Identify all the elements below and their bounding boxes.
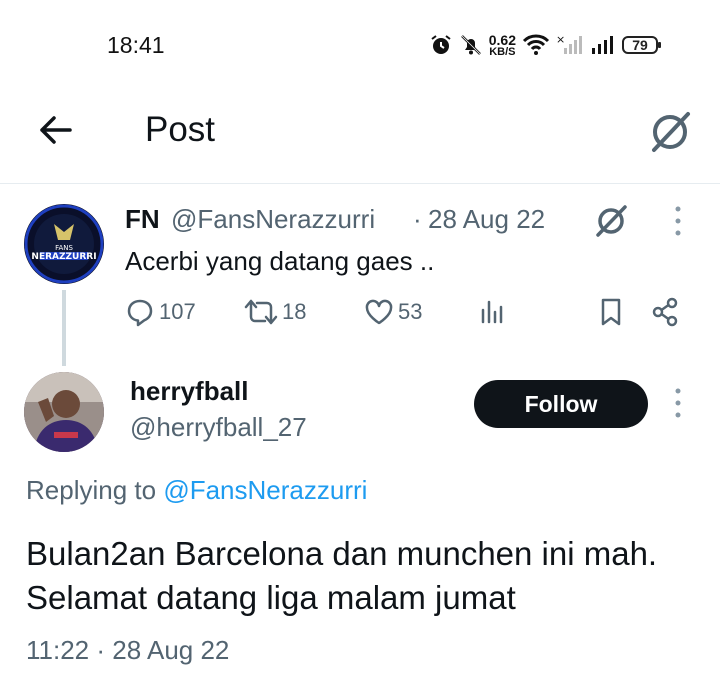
share-icon <box>652 297 678 327</box>
grok-button[interactable] <box>592 200 632 240</box>
net-speed-unit: KB/S <box>489 45 516 58</box>
replying-prefix: Replying to <box>26 475 157 505</box>
like-count: 53 <box>398 299 423 324</box>
net-speed-value: 0.62 <box>488 31 516 48</box>
post-timestamp[interactable]: 11:22 · 28 Aug 22 <box>26 635 229 666</box>
avatar[interactable]: NERAZZURRI FANS <box>24 204 104 284</box>
more-vertical-icon <box>675 206 681 236</box>
reply-count: 107 <box>159 299 196 324</box>
separator-dot: · <box>413 204 422 234</box>
back-arrow-icon <box>40 116 72 144</box>
author-handle[interactable]: @FansNerazzurri <box>171 204 375 235</box>
mute-icon <box>460 35 481 55</box>
post-date[interactable]: 28 Aug 22 <box>428 204 545 235</box>
page-title: Post <box>145 110 216 149</box>
status-icons: 0.62 KB/S × 79 <box>429 30 661 60</box>
reply-button[interactable]: 107 <box>125 297 196 327</box>
more-vertical-icon <box>675 388 681 418</box>
repost-icon <box>244 299 278 325</box>
like-button[interactable]: 53 <box>364 297 422 327</box>
separator-dot: · <box>96 635 106 665</box>
avatar[interactable] <box>24 372 104 452</box>
bookmark-icon <box>601 298 621 326</box>
more-options-button[interactable] <box>666 386 690 420</box>
mention-link[interactable]: @FansNerazzurri <box>163 475 367 505</box>
repost-button[interactable]: 18 <box>244 297 306 327</box>
follow-button[interactable]: Follow <box>474 380 648 428</box>
thread-line <box>62 290 66 366</box>
grok-icon <box>596 205 627 237</box>
author-handle[interactable]: @herryfball_27 <box>130 412 307 443</box>
author-name[interactable]: herryfball <box>130 376 249 407</box>
author-name[interactable]: FN <box>125 204 160 235</box>
bookmark-button[interactable] <box>596 297 626 327</box>
post-text: Bulan2an Barcelona dan munchen ini mah. … <box>26 535 658 616</box>
views-icon <box>481 300 503 324</box>
battery-icon: 79 <box>622 36 661 54</box>
heart-icon <box>365 299 393 325</box>
profile-photo <box>24 372 104 452</box>
fans-nerazzurri-logo: NERAZZURRI FANS <box>24 204 104 284</box>
back-button[interactable] <box>34 110 78 150</box>
more-options-button[interactable] <box>666 204 690 238</box>
svg-text:FANS: FANS <box>55 244 73 252</box>
status-time: 18:41 <box>107 32 165 58</box>
signal-icon: × <box>556 34 582 54</box>
replying-to: Replying to @FansNerazzurri <box>26 475 367 506</box>
repost-count: 18 <box>282 299 307 324</box>
post-text: Acerbi yang datang gaes .. <box>125 246 435 276</box>
share-button[interactable] <box>650 297 680 327</box>
wifi-icon <box>522 34 550 55</box>
svg-text:×: × <box>556 34 565 46</box>
post-time: 11:22 <box>26 635 90 665</box>
svg-text:NERAZZURRI: NERAZZURRI <box>31 252 96 262</box>
post-date: 28 Aug 22 <box>112 635 230 665</box>
network-speed: 0.62 KB/S <box>489 33 516 58</box>
grok-button[interactable] <box>646 106 696 156</box>
views-button[interactable] <box>478 297 508 327</box>
header-divider <box>0 183 720 184</box>
signal-icon <box>592 36 613 54</box>
alarm-icon <box>431 35 451 54</box>
reply-icon <box>127 299 153 327</box>
grok-icon <box>652 112 690 152</box>
